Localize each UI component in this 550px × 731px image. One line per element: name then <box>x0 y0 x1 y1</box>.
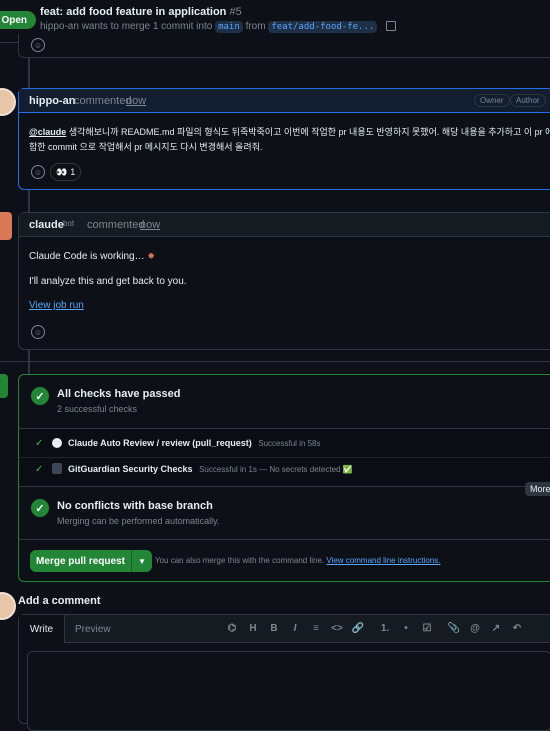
conflict-title: No conflicts with base branch <box>57 500 213 512</box>
tab-write[interactable]: Write <box>19 615 65 643</box>
timeline-line <box>28 190 30 212</box>
undo-icon[interactable]: ↶ <box>510 623 524 634</box>
editor-toolbar: Write Preview ⌬ H B I ≡ <> 🔗 1. • ☑ 📎 @ … <box>19 615 550 643</box>
check-icon: ✓ <box>35 438 44 449</box>
check-name: GitGuardian Security Checks <box>68 464 193 474</box>
task-list-icon[interactable]: ☑ <box>420 623 434 634</box>
comment-action: commented <box>74 95 132 107</box>
check-circle-icon: ✓ <box>31 499 49 517</box>
claude-avatar[interactable] <box>0 212 12 240</box>
eyes-icon: 👀 <box>56 166 68 177</box>
previous-comment-footer: ☺ <box>18 34 550 58</box>
checks-title: All checks have passed <box>57 388 181 400</box>
gitguardian-icon <box>52 463 62 474</box>
working-text: Claude Code is working… <box>29 251 145 262</box>
check-icon: ✓ <box>35 464 44 475</box>
copilot-icon[interactable]: ⌬ <box>225 623 239 634</box>
comment-author[interactable]: claude <box>29 219 64 231</box>
comment-working: Claude Code is working… ✸ <box>29 251 155 262</box>
pr-title-text: feat: add food feature in application <box>40 6 227 18</box>
check-status: Successful in 1s — No secrets detected ✅ <box>199 465 353 474</box>
format-tools: ⌬ H B I ≡ <> 🔗 1. • ☑ 📎 @ ↗ ↶ <box>225 623 524 634</box>
from-word: from <box>245 21 266 32</box>
command-line-link[interactable]: View command line instructions. <box>326 556 440 565</box>
divider <box>19 486 550 487</box>
avatar[interactable] <box>0 88 16 116</box>
merge-button[interactable]: Merge pull request <box>30 550 131 572</box>
merge-hint-text: You can also merge this with the command… <box>155 556 325 565</box>
divider <box>19 539 550 540</box>
ordered-list-icon[interactable]: 1. <box>378 623 392 634</box>
check-item[interactable]: GitGuardian Security Checks Successful i… <box>68 464 353 474</box>
timeline-line <box>28 58 30 88</box>
comment-editor: Write Preview ⌬ H B I ≡ <> 🔗 1. • ☑ 📎 @ … <box>18 614 550 731</box>
unordered-list-icon[interactable]: • <box>399 623 413 634</box>
attach-icon[interactable]: 📎 <box>447 623 461 634</box>
code-icon[interactable]: <> <box>330 623 344 634</box>
copy-icon[interactable] <box>386 21 397 32</box>
tab-preview[interactable]: Preview <box>75 624 111 635</box>
conflict-subtitle: Merging can be performed automatically. <box>57 516 220 526</box>
pr-subtitle-mid: wants to merge 1 commit into <box>81 21 213 32</box>
pr-subtitle: hippo-an wants to merge 1 commit into ma… <box>40 21 397 33</box>
spinner-icon: ✸ <box>147 251 155 261</box>
add-reaction-icon[interactable]: ☺ <box>31 325 45 339</box>
comment-body-line1: 생각해보니까 README.md 파일의 형식도 뒤죽박죽이고 이번에 작업한 … <box>68 127 550 137</box>
comment-card: claude bot commented now Claude Code is … <box>18 212 550 350</box>
check-status: Successful in 58s <box>258 439 321 448</box>
mention-link[interactable]: @claude <box>29 127 66 137</box>
more-tooltip: More <box>525 482 550 496</box>
status-badge: Open <box>0 11 36 29</box>
checks-subtitle: 2 successful checks <box>57 404 138 414</box>
check-name: Claude Auto Review / review (pull_reques… <box>68 438 252 448</box>
check-list: ✓ Claude Auto Review / review (pull_requ… <box>19 429 550 486</box>
merge-dropdown-icon[interactable]: ▼ <box>131 550 152 572</box>
quote-icon[interactable]: ≡ <box>309 623 323 634</box>
pr-title: feat: add food feature in application #5 <box>40 6 242 18</box>
check-circle-icon: ✓ <box>31 387 49 405</box>
owner-badge: Owner <box>474 94 510 107</box>
reference-icon[interactable]: ↗ <box>489 623 503 634</box>
comment-time[interactable]: now <box>140 219 160 231</box>
base-branch[interactable]: main <box>215 21 243 33</box>
head-branch[interactable]: feat/add-food-fe... <box>268 21 378 33</box>
comment-body-line2: 함한 commit 으로 작업해서 pr 메시지도 다시 변경해서 올려줘. <box>29 142 263 152</box>
comment-card: hippo-an commented now Owner Author @cla… <box>18 88 550 190</box>
comment-analyze: I'll analyze this and get back to you. <box>29 276 187 287</box>
reaction-count: 1 <box>70 167 76 177</box>
reaction-pill[interactable]: 👀 1 <box>50 163 82 181</box>
add-comment-title: Add a comment <box>18 595 101 607</box>
comment-header: claude bot commented now <box>19 213 550 237</box>
view-job-run-link[interactable]: View job run <box>29 300 84 311</box>
comment-author[interactable]: hippo-an <box>29 95 75 107</box>
add-reaction-icon[interactable]: ☺ <box>31 38 45 52</box>
pr-number: #5 <box>229 6 242 18</box>
comment-textarea[interactable] <box>27 651 550 731</box>
heading-icon[interactable]: H <box>246 623 260 634</box>
merge-hint: You can also merge this with the command… <box>155 556 441 565</box>
link-icon[interactable]: 🔗 <box>351 623 365 634</box>
italic-icon[interactable]: I <box>288 623 302 634</box>
bold-icon[interactable]: B <box>267 623 281 634</box>
comment-header: hippo-an commented now Owner Author <box>19 89 550 113</box>
author-badge: Author <box>510 94 546 107</box>
pr-author[interactable]: hippo-an <box>40 21 79 32</box>
comment-body: @claude 생각해보니까 README.md 파일의 형식도 뒤죽박죽이고 … <box>29 125 550 155</box>
divider <box>0 361 550 362</box>
check-item[interactable]: Claude Auto Review / review (pull_reques… <box>68 438 321 448</box>
github-icon <box>52 438 62 448</box>
checks-panel: ✓ All checks have passed 2 successful ch… <box>18 374 550 582</box>
comment-action: commented <box>87 219 145 231</box>
add-reaction-icon[interactable]: ☺ <box>31 165 45 179</box>
bot-badge: bot <box>63 219 75 228</box>
merge-status-icon <box>0 374 8 398</box>
divider <box>19 457 550 458</box>
avatar <box>0 592 16 620</box>
comment-time[interactable]: now <box>126 95 146 107</box>
mention-icon[interactable]: @ <box>468 623 482 634</box>
timeline-line <box>28 350 30 374</box>
